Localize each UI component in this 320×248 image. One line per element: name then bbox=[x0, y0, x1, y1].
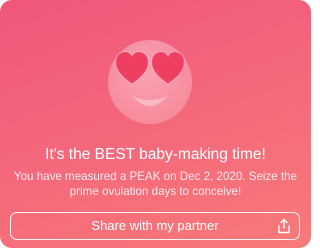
peak-message: You have measured a PEAK on Dec 2, 2020.… bbox=[13, 170, 298, 198]
share-with-partner-button[interactable]: Share with my partner bbox=[10, 212, 300, 240]
share-icon bbox=[276, 218, 292, 234]
peak-result-card: It's the BEST baby-making time! You have… bbox=[0, 0, 311, 248]
headline: It's the BEST baby-making time! bbox=[45, 146, 266, 163]
heart-eyes-face-icon bbox=[102, 32, 198, 128]
share-button-label: Share with my partner bbox=[91, 218, 219, 233]
